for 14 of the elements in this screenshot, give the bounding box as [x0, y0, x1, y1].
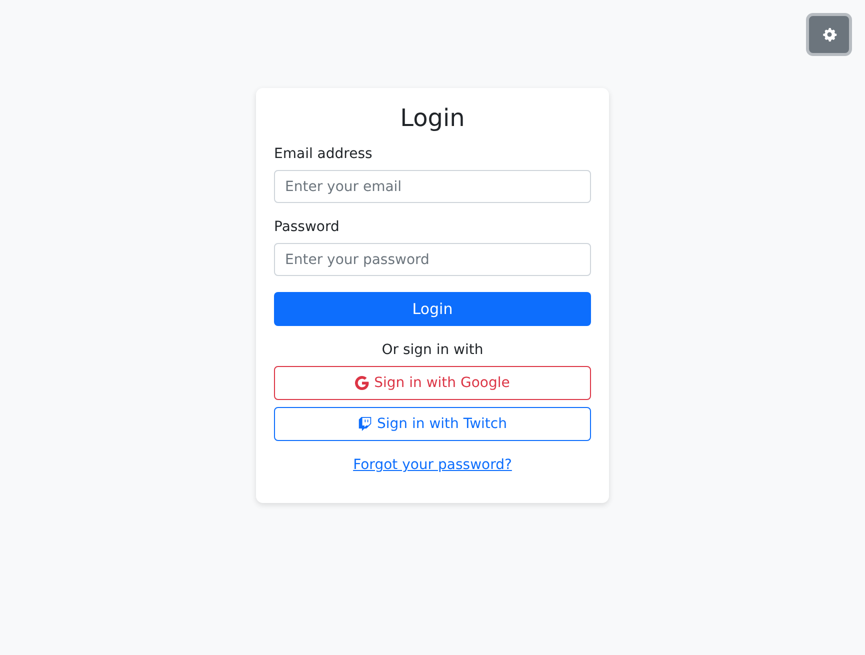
field-label: Email address — [274, 146, 372, 162]
twitch-signin-button[interactable]: Sign in with Twitch — [274, 407, 591, 441]
g-logo-icon — [355, 376, 370, 390]
chat-bubble-icon — [358, 417, 372, 431]
field-label: Password — [274, 219, 340, 235]
google-signin-button[interactable]: Sign in with Google — [274, 366, 591, 400]
forgot-password-link[interactable]: Forgot your password? — [353, 457, 512, 473]
settings-button[interactable] — [806, 13, 852, 56]
login-title: Login — [399, 104, 466, 132]
password-field[interactable]: Enter your password — [274, 243, 591, 276]
email-field[interactable]: Enter your email — [274, 170, 591, 203]
login-button[interactable]: Login — [274, 292, 591, 326]
divider-text: Or sign in with — [382, 342, 484, 358]
settings-icon — [822, 27, 836, 42]
